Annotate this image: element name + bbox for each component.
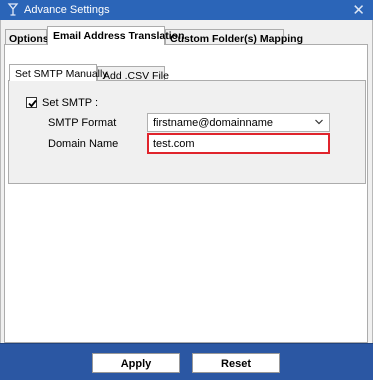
app-icon xyxy=(7,3,19,16)
tab-options[interactable]: Options xyxy=(5,29,49,45)
window-title: Advance Settings xyxy=(24,4,110,16)
domain-name-input[interactable]: test.com xyxy=(147,133,330,154)
subtab-set-smtp-manually[interactable]: Set SMTP Manually xyxy=(9,64,108,81)
check-icon xyxy=(28,99,37,108)
domain-name-label: Domain Name xyxy=(48,138,119,150)
set-smtp-label: Set SMTP : xyxy=(42,97,99,109)
smtp-format-select[interactable]: firstname@domainname xyxy=(147,113,330,132)
domain-name-value: test.com xyxy=(153,138,195,150)
chevron-down-icon xyxy=(315,119,323,125)
footer-bar xyxy=(0,343,373,380)
smtp-format-label: SMTP Format xyxy=(48,117,117,129)
smtp-settings-panel xyxy=(8,80,366,184)
title-bar: Advance Settings ✕ xyxy=(0,0,373,20)
close-icon[interactable]: ✕ xyxy=(352,1,365,19)
smtp-format-value: firstname@domainname xyxy=(153,117,273,129)
reset-button[interactable]: Reset xyxy=(192,353,280,373)
set-smtp-checkbox[interactable] xyxy=(26,97,37,108)
tab-email-address-translation[interactable]: Email Address Translation xyxy=(47,26,185,45)
apply-button[interactable]: Apply xyxy=(92,353,180,373)
